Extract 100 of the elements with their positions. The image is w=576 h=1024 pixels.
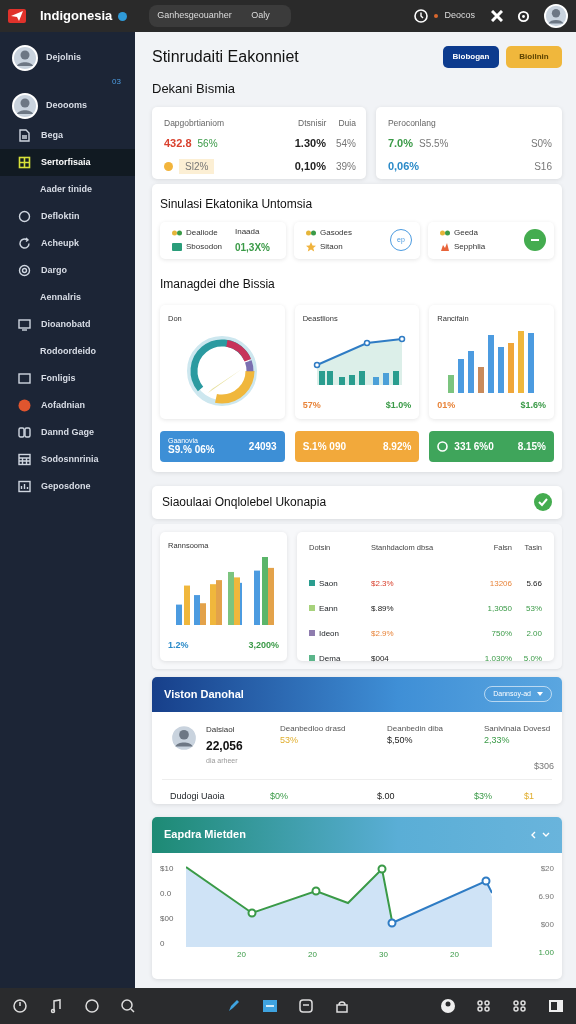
check-icon: [534, 493, 552, 511]
dot-icon: [118, 11, 128, 21]
profile-name: Deoooms: [46, 99, 87, 113]
monitor-icon: [18, 318, 31, 331]
plane-icon: [8, 9, 26, 23]
sidebar-item[interactable]: Acheupk: [0, 230, 135, 257]
settings-icon[interactable]: [517, 9, 530, 23]
row-name: Saon: [319, 579, 338, 588]
cross-icon[interactable]: [491, 10, 503, 22]
data-point: [311, 886, 321, 895]
table-cell-text: $2.3%: [371, 578, 395, 590]
dot-icon: [434, 14, 439, 18]
column-label: Dapgobrtianiom: [164, 116, 224, 130]
music-icon[interactable]: [48, 998, 64, 1014]
power-icon[interactable]: [12, 998, 28, 1014]
row-name: Dema: [319, 654, 341, 663]
action-button[interactable]: [524, 229, 546, 252]
column-label: Peroconlang: [387, 116, 436, 130]
row-label: Dudogi Uaoia: [170, 790, 226, 803]
search-icon[interactable]: [120, 998, 136, 1014]
section-heading: Dekani Bismia: [152, 80, 237, 98]
circle-icon: [437, 440, 449, 452]
axis-label: 20: [308, 948, 317, 961]
table-cell-text: $3%: [474, 790, 493, 803]
table-cell-text: 53%: [525, 603, 542, 615]
sidebar-item[interactable]: Dargo: [0, 257, 135, 284]
column-value: $306: [534, 759, 555, 773]
table-cell-text: 2.00: [525, 628, 542, 640]
grid-icon[interactable]: [476, 998, 492, 1014]
dot-icon: [18, 399, 31, 412]
table-cell-text: 750%: [490, 628, 512, 640]
total-value: 8.15%: [517, 439, 546, 454]
count-label: 03: [112, 76, 121, 88]
action-button[interactable]: Biobogan: [443, 46, 499, 68]
stat-value: 56%: [197, 137, 218, 151]
table-cell-text: $0%: [270, 790, 289, 803]
sidebar-item[interactable]: Aader tinide: [0, 176, 135, 203]
column-value: 2,33%: [484, 734, 511, 748]
flame-icon: [440, 242, 450, 253]
sidebar-item[interactable]: Dannd Gage: [0, 419, 135, 446]
dots-icon: [306, 230, 316, 237]
column-value: $,50%: [387, 734, 414, 748]
sidebar-item[interactable]: Sertorfisaia: [0, 149, 135, 176]
sidebar-item[interactable]: Geposdone: [0, 473, 135, 500]
search-input[interactable]: Ganhesgeouanher: [157, 9, 246, 23]
chart-label: $1.0%: [385, 399, 412, 413]
total-value: 331 6%0: [454, 440, 494, 452]
link-icon: [18, 426, 31, 439]
sidebar-item[interactable]: Rodoordeido: [0, 338, 135, 365]
sidebar-item[interactable]: Aennalris: [0, 284, 135, 311]
bag-icon[interactable]: [334, 998, 350, 1014]
chart-icon: [18, 480, 31, 493]
person-value: 22,056: [206, 737, 243, 755]
sidebar-item[interactable]: Bega: [0, 122, 135, 149]
sidebar-item[interactable]: Sodosnnrinia: [0, 446, 135, 473]
stat-value: Sl2%: [179, 158, 215, 174]
section-heading: Imanagdei dhe Bissia: [160, 276, 276, 294]
column-value: 53%: [280, 734, 299, 748]
caret-icon: [537, 692, 543, 696]
filter-label: Oaly: [251, 9, 270, 23]
axis-label: 30: [379, 948, 388, 961]
sidebar-item[interactable]: Dioanobatd: [0, 311, 135, 338]
column-label: Duia: [338, 116, 356, 130]
card-sublabel: Sitaon: [320, 241, 343, 254]
chat-icon[interactable]: [84, 998, 100, 1014]
axis-label: $00: [539, 918, 554, 931]
page-title: Stinrudaiti Eakonniet: [152, 47, 300, 67]
stat-value: S0%: [530, 137, 552, 151]
stat-value: 432.8: [164, 136, 192, 152]
panel-title: Siaoulaai Onqlolebel Ukonapia: [162, 494, 327, 511]
refresh-icon: [18, 237, 31, 250]
axis-label: 1.00: [537, 946, 554, 959]
window-icon[interactable]: [548, 998, 564, 1014]
grid-icon[interactable]: [512, 998, 528, 1014]
total-value: S9.% 06%: [168, 444, 215, 456]
avatar[interactable]: [544, 4, 568, 28]
note-icon[interactable]: [298, 998, 314, 1014]
clock-icon[interactable]: [414, 9, 429, 23]
table-cell-text: 1,3050: [486, 603, 512, 615]
card-sublabel: Sepphlia: [454, 241, 486, 254]
user-icon[interactable]: [440, 998, 456, 1014]
sidebar-item[interactable]: Defloktin: [0, 203, 135, 230]
app-name: Indigonesia: [40, 7, 113, 26]
chart-label: 1.2%: [168, 639, 189, 652]
chart-label: 01%: [437, 399, 456, 413]
card-label: Geeda: [454, 227, 479, 240]
sidebar-item[interactable]: Aofadnian: [0, 392, 135, 419]
minus-icon: [531, 239, 539, 242]
profile-name: Dejolnis: [46, 51, 81, 65]
sidebar-item[interactable]: Fonligis: [0, 365, 135, 392]
data-point: [481, 876, 491, 885]
dot-icon: [164, 161, 173, 171]
chart-label: $1.6%: [520, 399, 546, 413]
search-field[interactable]: Ganhesgeouanher Oaly: [149, 5, 292, 27]
action-button[interactable]: Bioilnin: [506, 46, 562, 68]
table-cell-text: 13206: [488, 578, 512, 590]
status-text: Deocos: [444, 9, 475, 23]
panel-title: Eapdra Mietden: [164, 827, 246, 843]
table-cell-text: 1.030%: [483, 653, 512, 665]
window-icon[interactable]: [262, 998, 278, 1014]
